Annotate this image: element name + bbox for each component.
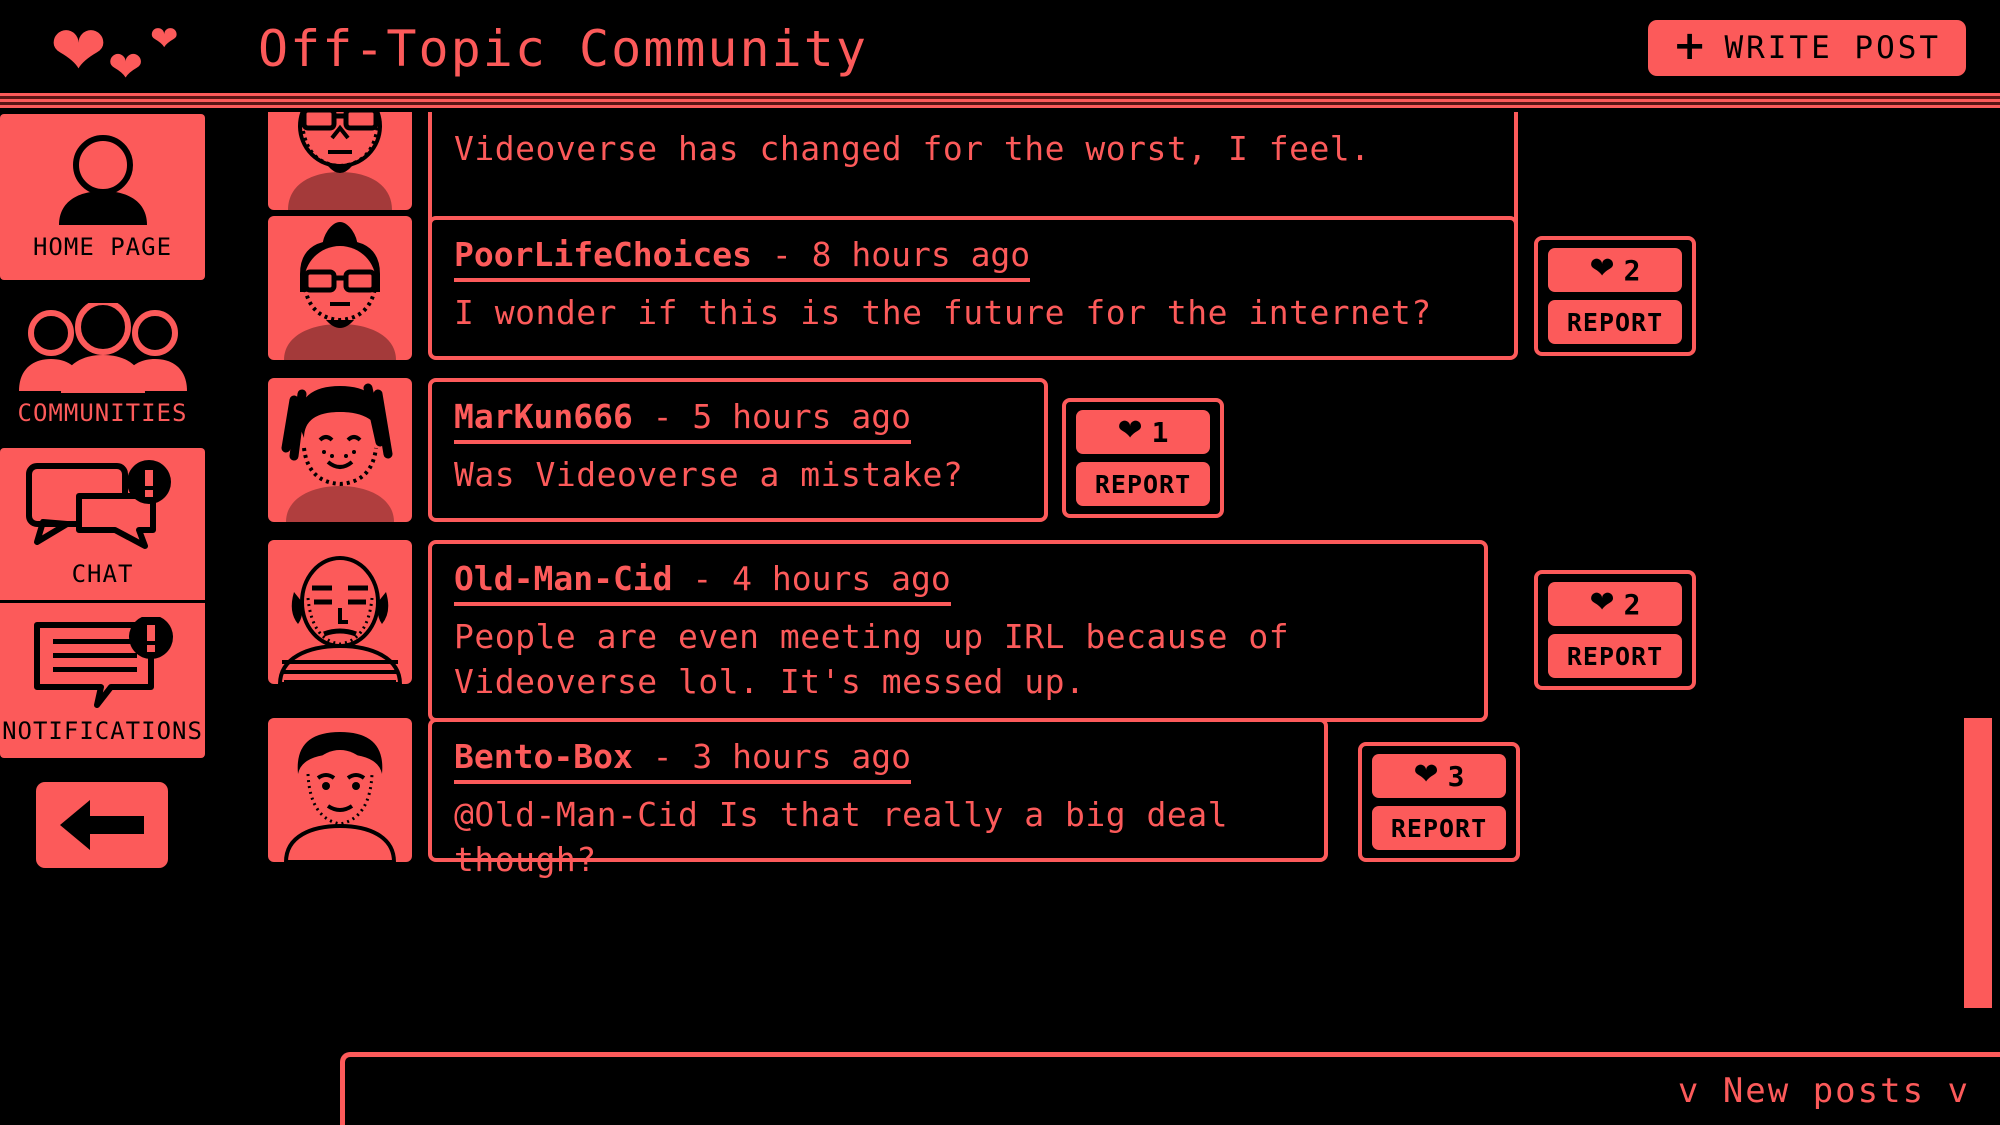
sidebar-item-communities[interactable]: COMMUNITIES <box>0 290 205 440</box>
report-button[interactable]: REPORT <box>1548 634 1682 678</box>
heart-icon: ❤ <box>1589 584 1615 620</box>
post-timestamp: 8 hours ago <box>811 235 1031 274</box>
post-row: Bento-Box - 3 hours ago @Old-Man-Cid Is … <box>268 718 1948 879</box>
hearts-icon: ❤ ❤ ❤ <box>40 16 220 96</box>
post-separator: - <box>632 737 693 776</box>
post-body: @Old-Man-Cid Is that really a big deal t… <box>454 795 1228 879</box>
sidebar-item-label: HOME PAGE <box>32 233 173 261</box>
heart-icon: ❤ <box>1117 412 1143 448</box>
post-separator: - <box>752 235 812 274</box>
person-icon <box>58 135 147 225</box>
post-body: People are even meeting up IRL because o… <box>454 617 1290 701</box>
like-button[interactable]: ❤ 1 <box>1076 410 1210 454</box>
post-card[interactable]: Old-Man-Cid - 4 hours ago People are eve… <box>428 540 1696 722</box>
post-body: Videoverse has changed for the worst, I … <box>454 129 1371 168</box>
like-button[interactable]: ❤ 3 <box>1372 754 1506 798</box>
sidebar: HOME PAGE COMMUNITIES CHAT NOTIFICATIONS <box>0 114 210 1125</box>
like-button[interactable]: ❤ 2 <box>1548 248 1682 292</box>
header-divider <box>0 92 2000 114</box>
report-button[interactable]: REPORT <box>1548 300 1682 344</box>
sidebar-item-chat[interactable]: CHAT <box>0 448 205 600</box>
sidebar-item-label: COMMUNITIES <box>17 399 188 427</box>
sidebar-item-label: NOTIFICATIONS <box>2 716 203 745</box>
like-count: 3 <box>1447 759 1465 793</box>
post-card[interactable]: Bento-Box - 3 hours ago @Old-Man-Cid Is … <box>428 718 1520 879</box>
app-header: ❤ ❤ ❤ Off-Topic Community + WRITE POST <box>0 0 2000 114</box>
post-row: PoorLifeChoices - 8 hours ago I wonder i… <box>268 216 1948 360</box>
post-row: Old-Man-Cid - 4 hours ago People are eve… <box>268 540 1948 722</box>
post-username: MarKun666 <box>454 397 633 436</box>
heart-icon: ❤ <box>1413 756 1439 792</box>
post-timestamp: 3 hours ago <box>692 737 911 776</box>
write-post-label: WRITE POST <box>1724 30 1942 66</box>
new-posts-bar[interactable]: v New posts v <box>340 1052 2000 1125</box>
post-username: Bento-Box <box>454 737 633 776</box>
plus-icon: + <box>1672 23 1707 69</box>
post-body: I wonder if this is the future for the i… <box>454 293 1432 332</box>
post-separator: - <box>672 559 733 598</box>
post-timestamp: 4 hours ago <box>732 559 951 598</box>
like-button[interactable]: ❤ 2 <box>1548 582 1682 626</box>
like-count: 2 <box>1623 587 1641 621</box>
avatar <box>268 378 412 522</box>
arrow-left-icon <box>60 800 144 850</box>
heart-medium-icon: ❤ <box>150 19 179 59</box>
avatar <box>268 112 412 210</box>
post-header: MarKun666 - 5 hours ago <box>454 396 911 444</box>
post-header: Old-Man-Cid - 4 hours ago <box>454 558 951 606</box>
post-username: Old-Man-Cid <box>454 559 673 598</box>
post-row: MarKun666 - 5 hours ago Was Videoverse a… <box>268 378 1948 522</box>
avatar <box>268 718 412 862</box>
heart-small-icon: ❤ <box>108 42 144 91</box>
avatar-short-hair-icon <box>283 732 397 862</box>
notification-icon <box>33 616 173 708</box>
avatar-bearded-glasses-icon <box>288 112 392 210</box>
sidebar-item-label: CHAT <box>71 560 134 588</box>
chat-bubbles-icon <box>25 460 171 549</box>
post-body: Was Videoverse a mistake? <box>454 455 964 494</box>
avatar-bun-glasses-icon <box>284 222 396 360</box>
post-card[interactable]: PoorLifeChoices - 8 hours ago I wonder i… <box>428 216 1696 360</box>
post-username: PoorLifeChoices <box>454 235 753 274</box>
report-button[interactable]: REPORT <box>1372 806 1506 850</box>
post-actions: ❤ 3 REPORT <box>1358 742 1520 862</box>
page-title: Off-Topic Community <box>258 20 868 78</box>
heart-large-icon: ❤ <box>50 12 107 91</box>
post-actions: ❤ 2 REPORT <box>1534 236 1696 356</box>
back-button[interactable] <box>36 782 168 868</box>
avatar-old-man-icon <box>277 556 403 684</box>
avatar <box>268 540 412 684</box>
report-button[interactable]: REPORT <box>1076 462 1210 506</box>
heart-icon: ❤ <box>1589 250 1615 286</box>
like-count: 1 <box>1151 415 1169 449</box>
write-post-button[interactable]: + WRITE POST <box>1648 20 1966 76</box>
post-card[interactable]: MarKun666 - 5 hours ago Was Videoverse a… <box>428 378 1224 522</box>
new-posts-label: v New posts v <box>1677 1071 1970 1111</box>
post-header: Bento-Box - 3 hours ago <box>454 736 911 784</box>
post-actions: ❤ 1 REPORT <box>1062 398 1224 518</box>
post-feed: Videoverse has changed for the worst, I … <box>268 112 1948 1052</box>
sidebar-item-notifications[interactable]: NOTIFICATIONS <box>0 603 205 758</box>
scrollbar-thumb[interactable] <box>1964 718 1992 1008</box>
avatar-dreadlocks-icon <box>281 383 394 522</box>
like-count: 2 <box>1623 253 1641 287</box>
avatar <box>268 216 412 360</box>
post-actions: ❤ 2 REPORT <box>1534 570 1696 690</box>
post-separator: - <box>632 397 693 436</box>
sidebar-item-home-page[interactable]: HOME PAGE <box>0 114 205 280</box>
post-timestamp: 5 hours ago <box>692 397 911 436</box>
post-header: PoorLifeChoices - 8 hours ago <box>454 234 1031 282</box>
people-group-icon <box>18 303 187 393</box>
